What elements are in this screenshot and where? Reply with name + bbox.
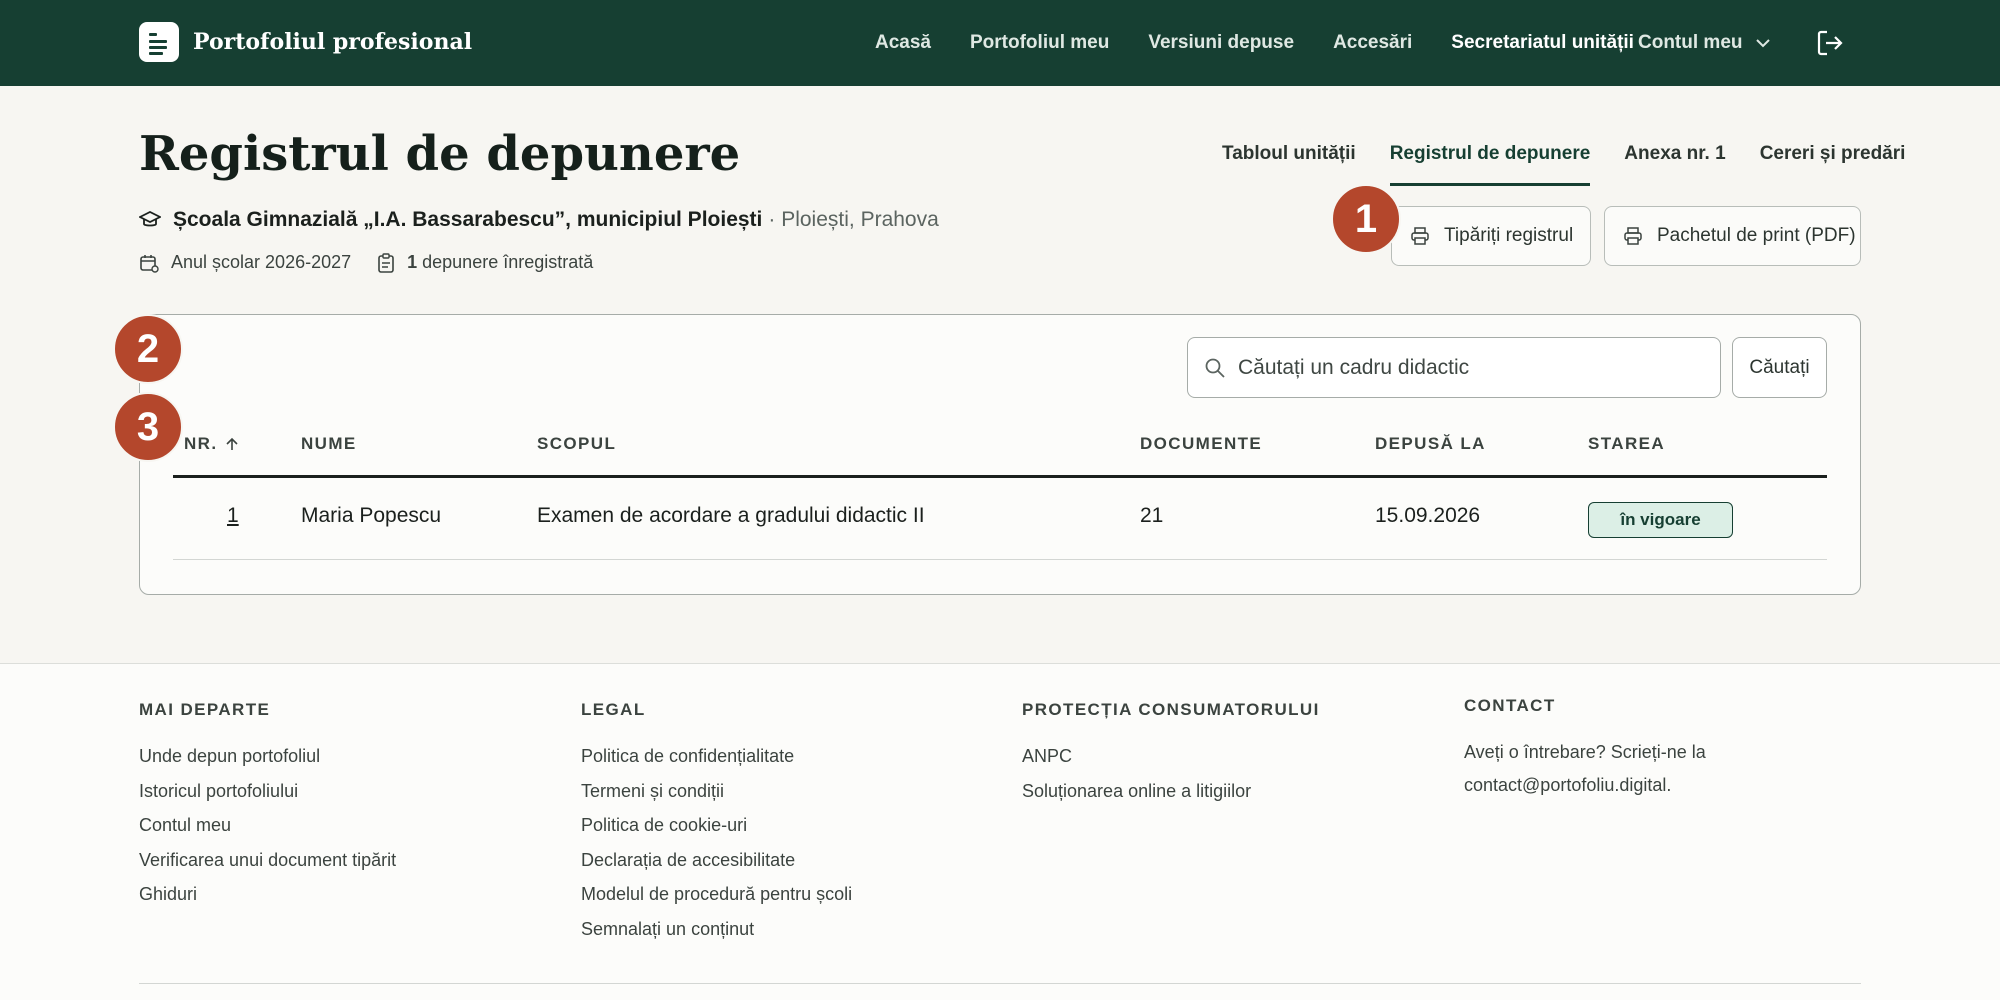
status-badge: în vigoare bbox=[1588, 502, 1733, 538]
footer-heading: PROTECȚIA CONSUMATORULUI bbox=[1022, 700, 1320, 719]
document-logo-icon bbox=[139, 22, 179, 62]
footer-divider bbox=[139, 983, 1861, 984]
section-tabs: Tabloul unității Registrul de depunere A… bbox=[1222, 143, 1939, 186]
nav-secretariatul-unitatii[interactable]: Secretariatul unității bbox=[1451, 32, 1634, 54]
column-header-nr-label: NR. bbox=[184, 434, 218, 453]
annotation-marker-1: 1 bbox=[1331, 184, 1401, 254]
tab-tabloul-unitatii[interactable]: Tabloul unității bbox=[1222, 143, 1356, 186]
top-navigation-bar: Portofoliul profesional Acasă Portofoliu… bbox=[0, 0, 2000, 86]
register-meta: Anul școlar 2026-2027 1 depunere înregis… bbox=[139, 252, 619, 273]
brand-name: Portofoliul profesional bbox=[193, 29, 473, 55]
print-register-label: Tipăriți registrul bbox=[1444, 225, 1574, 246]
search-icon bbox=[1205, 358, 1225, 378]
footer-column-contact: CONTACT Aveți o întrebare? Scrieți-ne la… bbox=[1464, 696, 1764, 802]
print-package-button[interactable]: Pachetul de print (PDF) bbox=[1604, 206, 1861, 266]
sort-ascending-icon bbox=[226, 437, 239, 450]
footer-link[interactable]: Semnalați un conținut bbox=[581, 919, 852, 954]
row-number-link[interactable]: 1 bbox=[227, 504, 239, 528]
search-button[interactable]: Căutați bbox=[1732, 337, 1827, 398]
footer-link[interactable]: Ghiduri bbox=[139, 884, 396, 919]
footer-heading: MAI DEPARTE bbox=[139, 700, 271, 719]
page-title: Registrul de depunere bbox=[139, 126, 741, 182]
table-row-divider bbox=[173, 559, 1827, 560]
print-register-button[interactable]: Tipăriți registrul bbox=[1391, 206, 1591, 266]
school-year: Anul școlar 2026-2027 bbox=[171, 252, 352, 272]
footer-link[interactable]: Politica de cookie-uri bbox=[581, 815, 852, 850]
column-header-nume: NUME bbox=[301, 434, 357, 453]
footer-link[interactable]: Modelul de procedură pentru școli bbox=[581, 884, 852, 919]
footer-link[interactable]: Termeni și condiții bbox=[581, 781, 852, 816]
tab-cereri-si-predari[interactable]: Cereri și predări bbox=[1760, 143, 1906, 186]
footer-link[interactable]: Politica de confidențialitate bbox=[581, 746, 852, 781]
footer-heading: LEGAL bbox=[581, 700, 646, 719]
row-purpose: Examen de acordare a gradului didactic I… bbox=[537, 504, 925, 527]
contact-text: Aveți o întrebare? Scrieți-ne la contact… bbox=[1464, 742, 1706, 795]
clipboard-icon bbox=[378, 252, 394, 273]
footer-column-protectia-consumatorului: PROTECȚIA CONSUMATORULUI ANPC Soluționar… bbox=[1022, 700, 1320, 815]
table-header-divider bbox=[173, 475, 1827, 478]
footer-link[interactable]: Declarația de accesibilitate bbox=[581, 850, 852, 885]
search-field[interactable] bbox=[1187, 337, 1721, 398]
printer-icon bbox=[1624, 227, 1642, 245]
column-header-documente: DOCUMENTE bbox=[1140, 434, 1263, 453]
main-nav: Acasă Portofoliul meu Versiuni depuse Ac… bbox=[875, 0, 1673, 86]
footer-link[interactable]: Unde depun portofoliul bbox=[139, 746, 396, 781]
footer-link[interactable]: Contul meu bbox=[139, 815, 396, 850]
print-package-label: Pachetul de print (PDF) bbox=[1657, 225, 1856, 246]
footer-link[interactable]: Verificarea unui document tipărit bbox=[139, 850, 396, 885]
logout-button[interactable] bbox=[1815, 28, 1845, 63]
tab-registrul-de-depunere[interactable]: Registrul de depunere bbox=[1389, 143, 1591, 186]
footer-column-legal: LEGAL Politica de confidențialitate Term… bbox=[581, 700, 852, 953]
row-documents: 21 bbox=[1140, 504, 1164, 527]
nav-acasa[interactable]: Acasă bbox=[875, 32, 931, 54]
account-menu[interactable]: Contul meu bbox=[1638, 0, 1771, 86]
submission-count: 1 bbox=[407, 252, 418, 272]
column-header-nr[interactable]: NR. bbox=[184, 434, 239, 454]
chevron-down-icon bbox=[1755, 39, 1770, 48]
nav-accesari[interactable]: Accesări bbox=[1333, 32, 1412, 54]
column-header-depusa-la: DEPUSĂ LA bbox=[1375, 434, 1486, 453]
school-info: Școala Gimnazială „I.A. Bassarabescu”, m… bbox=[139, 208, 939, 232]
row-date: 15.09.2026 bbox=[1375, 504, 1481, 527]
row-name: Maria Popescu bbox=[301, 504, 442, 527]
footer-link[interactable]: ANPC bbox=[1022, 746, 1320, 781]
logout-icon bbox=[1817, 30, 1843, 56]
tab-anexa-nr-1[interactable]: Anexa nr. 1 bbox=[1624, 143, 1725, 186]
footer-link[interactable]: Soluționarea online a litigiilor bbox=[1022, 781, 1320, 816]
search-input[interactable] bbox=[1238, 355, 1708, 380]
submission-count-label: depunere înregistrată bbox=[417, 252, 594, 272]
nav-portofoliul-meu[interactable]: Portofoliul meu bbox=[970, 32, 1109, 54]
graduation-cap-icon bbox=[139, 211, 161, 227]
calendar-icon bbox=[140, 254, 159, 273]
brand[interactable]: Portofoliul profesional bbox=[139, 22, 472, 62]
footer-heading: CONTACT bbox=[1464, 696, 1556, 715]
column-header-starea: STAREA bbox=[1588, 434, 1666, 453]
footer-link[interactable]: Istoricul portofoliului bbox=[139, 781, 396, 816]
column-header-scopul: SCOPUL bbox=[537, 434, 617, 453]
printer-icon bbox=[1411, 227, 1429, 245]
school-name: Școala Gimnazială „I.A. Bassarabescu”, m… bbox=[173, 208, 763, 231]
annotation-marker-3: 3 bbox=[113, 392, 183, 462]
footer-column-mai-departe: MAI DEPARTE Unde depun portofoliul Istor… bbox=[139, 700, 396, 919]
school-location: · Ploiești, Prahova bbox=[768, 208, 939, 231]
account-menu-label: Contul meu bbox=[1638, 32, 1743, 53]
annotation-marker-2: 2 bbox=[113, 314, 183, 384]
nav-versiuni-depuse[interactable]: Versiuni depuse bbox=[1148, 32, 1294, 54]
